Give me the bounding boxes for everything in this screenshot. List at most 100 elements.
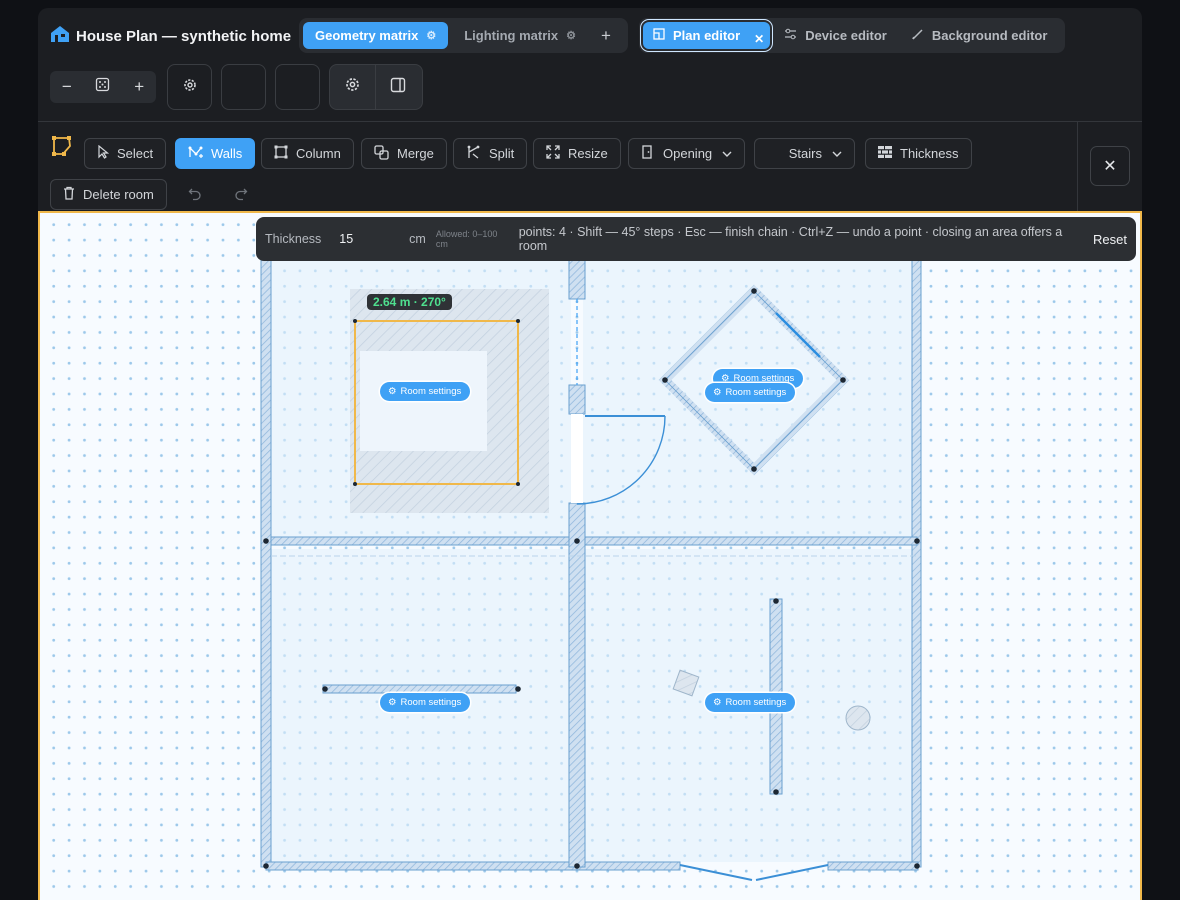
chevron-down-icon bbox=[722, 146, 732, 161]
gear-icon[interactable]: ⚙ bbox=[426, 29, 436, 42]
gear-icon: ⚙ bbox=[713, 697, 722, 708]
tool-split[interactable]: Split bbox=[453, 138, 528, 169]
close-icon[interactable]: ✕ bbox=[754, 32, 764, 46]
tab-geometry-matrix[interactable]: Geometry matrix ⚙ bbox=[303, 22, 449, 49]
undo-icon[interactable] bbox=[188, 187, 202, 206]
plan-canvas[interactable]: 2.64 m · 270° ⚙ Room settings ⚙ Room set… bbox=[38, 211, 1142, 900]
zoom-in-icon[interactable]: + bbox=[134, 77, 144, 97]
polygon-tool-icon bbox=[50, 134, 74, 163]
tab-label: Geometry matrix bbox=[315, 28, 419, 43]
thickness-label: Thickness bbox=[265, 232, 322, 246]
top-bar: House Plan — synthetic home Geometry mat… bbox=[38, 8, 1142, 121]
tab-label: Lighting matrix bbox=[464, 28, 559, 43]
tool-opening[interactable]: Opening bbox=[628, 138, 746, 169]
room-settings-label: Room settings bbox=[725, 697, 787, 708]
gear-icon bbox=[182, 77, 198, 98]
tool-label: Select bbox=[117, 146, 154, 161]
column-icon bbox=[274, 145, 288, 162]
walls-icon bbox=[188, 145, 203, 162]
house-logo-icon bbox=[50, 25, 70, 48]
redo-icon[interactable] bbox=[234, 187, 248, 206]
tool-thickness[interactable]: Thickness bbox=[865, 138, 972, 169]
tab-plan-editor[interactable]: Plan editor ✕ bbox=[643, 22, 771, 49]
tab-device-editor[interactable]: Device editor bbox=[774, 22, 897, 49]
tool-label: Column bbox=[296, 146, 341, 161]
column-round[interactable] bbox=[845, 705, 871, 731]
split-icon bbox=[466, 145, 481, 163]
tab-lighting-matrix[interactable]: Lighting matrix ⚙ bbox=[452, 22, 588, 49]
room-settings-chip[interactable]: ⚙ Room settings bbox=[705, 693, 796, 712]
tool-label: Split bbox=[489, 146, 515, 161]
gear-icon: ⚙ bbox=[388, 386, 397, 397]
view-buttons bbox=[329, 64, 423, 110]
view-settings-button[interactable] bbox=[330, 65, 375, 109]
selected-room[interactable] bbox=[350, 289, 549, 513]
tool-walls[interactable]: Walls bbox=[175, 138, 256, 169]
floor-plan[interactable] bbox=[40, 213, 1140, 900]
tool-label: Merge bbox=[397, 146, 434, 161]
tab-background-editor[interactable]: Background editor bbox=[901, 22, 1058, 49]
plan-icon bbox=[653, 28, 665, 43]
brush-icon bbox=[911, 28, 924, 43]
matrix-tabs: Geometry matrix ⚙ Lighting matrix ⚙ + bbox=[299, 18, 628, 53]
room-settings-label: Room settings bbox=[725, 387, 787, 398]
tool-merge[interactable]: Merge bbox=[361, 138, 447, 169]
pointer-icon bbox=[97, 144, 110, 162]
thickness-input[interactable]: 15 bbox=[339, 232, 409, 246]
allowed-range: Allowed: 0–100 cm bbox=[435, 229, 498, 249]
app-window: House Plan — synthetic home Geometry mat… bbox=[38, 8, 1142, 900]
bricks-icon bbox=[878, 146, 892, 161]
plan-toolbar: Select Walls Column Merge Split Resize O… bbox=[38, 122, 1078, 212]
panel-toggle-button[interactable] bbox=[375, 65, 420, 109]
tool-label: Resize bbox=[568, 146, 608, 161]
editor-tabs: Plan editor ✕ Device editor Background e… bbox=[639, 18, 1065, 53]
add-tab-icon[interactable]: + bbox=[592, 26, 620, 46]
reset-button[interactable]: Reset bbox=[1093, 232, 1127, 247]
gear-icon: ⚙ bbox=[388, 697, 397, 708]
app-title: House Plan — synthetic home bbox=[76, 27, 292, 45]
entrance-opening[interactable] bbox=[679, 864, 829, 881]
room-settings-chip[interactable]: ⚙ Room settings bbox=[380, 693, 471, 712]
room-settings-chip[interactable]: ⚙ Room settings bbox=[705, 383, 796, 402]
tab-label: Plan editor bbox=[673, 28, 741, 43]
room-settings-label: Room settings bbox=[400, 386, 462, 397]
tool-label: Thickness bbox=[900, 146, 959, 161]
sliders-icon bbox=[784, 28, 797, 43]
close-editor-button[interactable]: ✕ bbox=[1090, 146, 1130, 186]
tool-label: Stairs bbox=[788, 146, 822, 161]
instructions: points: 4 · Shift — 45° steps · Esc — fi… bbox=[518, 225, 1063, 253]
zoom-out-icon[interactable]: − bbox=[62, 77, 72, 97]
brand: House Plan — synthetic home bbox=[50, 22, 291, 50]
divider bbox=[1077, 122, 1078, 212]
zoom-controls: − + bbox=[50, 71, 156, 103]
blank-button-2[interactable] bbox=[275, 64, 320, 110]
resize-icon bbox=[546, 145, 560, 162]
tool-column[interactable]: Column bbox=[261, 138, 354, 169]
gear-icon[interactable]: ⚙ bbox=[566, 29, 576, 42]
door-icon bbox=[641, 145, 653, 162]
wall-hint-bar: Thickness 15 cm Allowed: 0–100 cm points… bbox=[256, 217, 1136, 261]
tab-label: Background editor bbox=[931, 28, 1048, 43]
sidebar-panel-icon bbox=[390, 77, 406, 98]
gear-icon bbox=[344, 76, 361, 98]
tool-resize[interactable]: Resize bbox=[533, 138, 621, 169]
tool-select[interactable]: Select bbox=[84, 138, 167, 169]
unit-label: cm bbox=[409, 232, 426, 246]
room-settings-chip[interactable]: ⚙ Room settings bbox=[380, 382, 471, 401]
close-icon: ✕ bbox=[1103, 158, 1117, 175]
tool-label: Walls bbox=[211, 146, 243, 161]
room-settings-label: Room settings bbox=[400, 697, 462, 708]
delete-room-label: Delete room bbox=[83, 187, 154, 202]
delete-room-button[interactable]: Delete room bbox=[50, 179, 167, 210]
tool-stairs[interactable]: Stairs bbox=[754, 138, 855, 169]
settings-button[interactable] bbox=[167, 64, 212, 110]
trash-icon bbox=[63, 186, 75, 203]
measurement-label: 2.64 m · 270° bbox=[367, 294, 452, 310]
fit-view-icon[interactable] bbox=[95, 77, 110, 97]
gear-icon: ⚙ bbox=[713, 387, 722, 398]
blank-button-1[interactable] bbox=[221, 64, 266, 110]
tool-label: Opening bbox=[663, 146, 713, 161]
merge-icon bbox=[374, 144, 389, 163]
chevron-down-icon bbox=[832, 146, 842, 161]
tab-label: Device editor bbox=[805, 28, 887, 43]
